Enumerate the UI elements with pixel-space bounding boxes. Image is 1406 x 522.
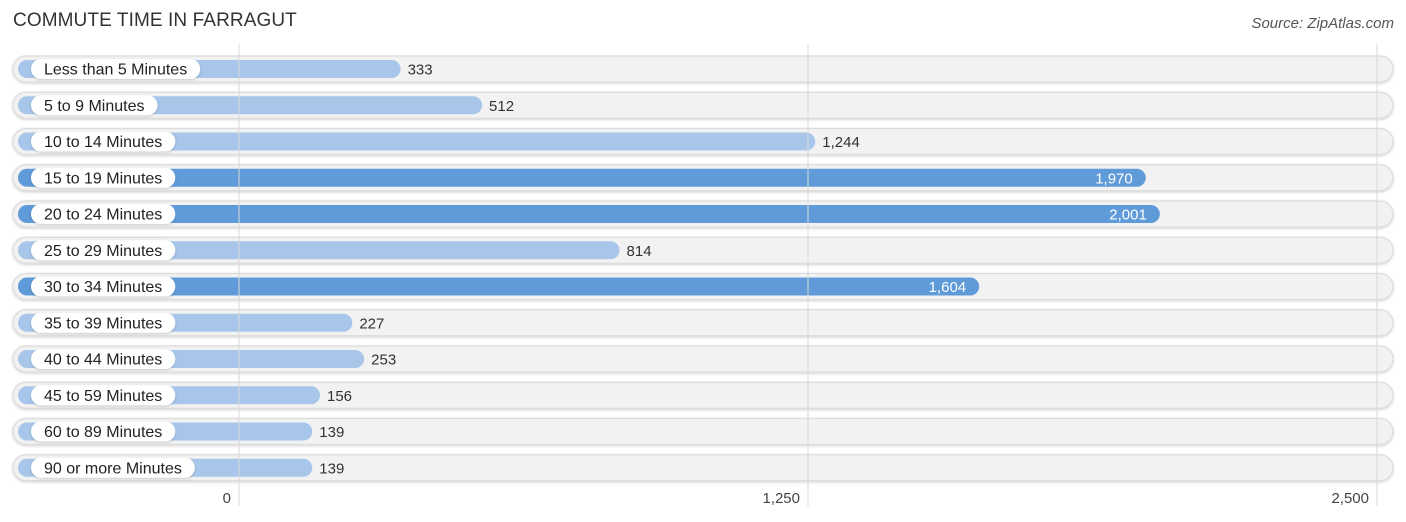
bar[interactable]: [18, 205, 1160, 223]
bar-row: Less than 5 Minutes 333: [12, 55, 1394, 83]
value-label: 227: [359, 315, 384, 332]
category-label: 45 to 59 Minutes: [44, 388, 162, 405]
value-label: 139: [319, 460, 344, 477]
bar-row: 30 to 34 Minutes 1,604: [12, 272, 1394, 301]
category-label: 30 to 34 Minutes: [44, 279, 162, 296]
category-label: 25 to 29 Minutes: [44, 243, 162, 260]
category-label: 10 to 14 Minutes: [44, 134, 162, 151]
category-label: 60 to 89 Minutes: [44, 424, 162, 441]
bar-row: 10 to 14 Minutes 1,244: [12, 127, 1394, 156]
x-tick-label: 1,250: [762, 490, 800, 507]
bar-row: 60 to 89 Minutes 139: [12, 417, 1394, 446]
value-label: 1,604: [929, 279, 967, 296]
category-label: 20 to 24 Minutes: [44, 207, 162, 224]
x-tick-label: 0: [223, 490, 231, 507]
value-label: 814: [627, 243, 652, 260]
value-label: 1,244: [822, 134, 860, 151]
bar-row: 90 or more Minutes 139: [12, 454, 1394, 482]
x-tick-label: 2,500: [1331, 490, 1369, 507]
category-label: 40 to 44 Minutes: [44, 352, 162, 369]
category-label: 5 to 9 Minutes: [44, 98, 145, 115]
category-label: 15 to 19 Minutes: [44, 170, 162, 187]
value-label: 139: [319, 424, 344, 441]
category-label: Less than 5 Minutes: [44, 62, 187, 79]
value-label: 333: [408, 62, 433, 79]
value-label: 2,001: [1109, 207, 1147, 224]
bar-row: 45 to 59 Minutes 156: [12, 381, 1394, 409]
bar[interactable]: [18, 168, 1146, 187]
bar-row: 40 to 44 Minutes 253: [12, 345, 1394, 373]
category-label: 90 or more Minutes: [44, 460, 182, 477]
bar-row: 20 to 24 Minutes 2,001: [12, 200, 1394, 228]
bar-row: 5 to 9 Minutes 512: [12, 91, 1394, 119]
bar-row: 25 to 29 Minutes 814: [12, 236, 1394, 264]
value-label: 1,970: [1095, 170, 1133, 187]
bar-rows: Less than 5 Minutes 333 5 to 9 Minutes 512 1…: [12, 55, 1394, 482]
value-label: 253: [371, 352, 396, 369]
value-label: 512: [489, 98, 514, 115]
bar-row: 35 to 39 Minutes 227: [12, 309, 1394, 337]
category-label: 35 to 39 Minutes: [44, 315, 162, 332]
bar-row: 15 to 19 Minutes 1,970: [12, 164, 1394, 192]
bar-chart: Less than 5 Minutes 333 5 to 9 Minutes 512 1…: [12, 44, 1394, 507]
value-label: 156: [327, 388, 352, 405]
